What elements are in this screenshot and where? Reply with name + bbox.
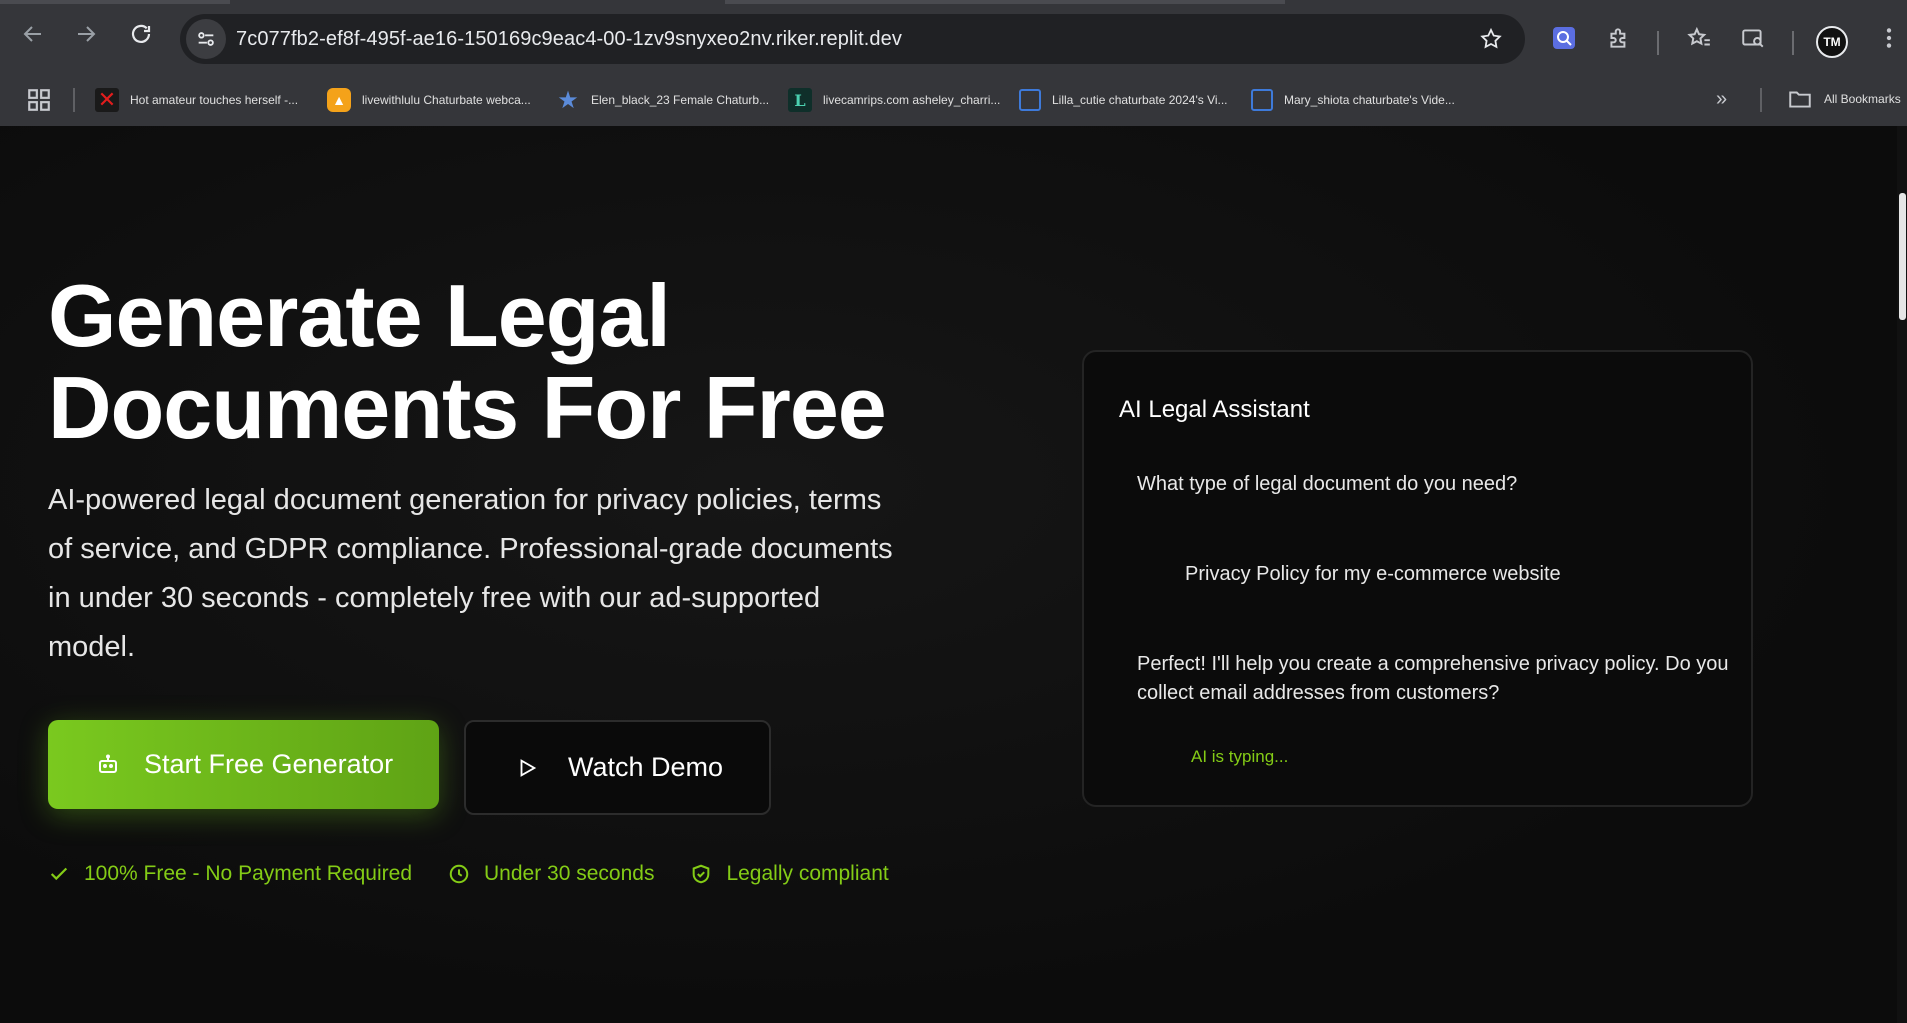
forward-button[interactable] <box>68 16 104 52</box>
star-icon: ★ <box>557 86 579 114</box>
toolbar-separator <box>1657 31 1659 55</box>
assistant-title: AI Legal Assistant <box>1119 396 1310 423</box>
favorites-button[interactable] <box>1681 20 1717 56</box>
feature-label: 100% Free - No Payment Required <box>84 862 412 885</box>
typing-indicator: AI is typing... <box>1191 747 1289 766</box>
back-button[interactable] <box>15 16 51 52</box>
tune-icon <box>198 32 214 46</box>
bookmark-item[interactable]: Mary_shiota chaturbate's Vide... <box>1251 86 1455 114</box>
hero-title: Generate Legal Documents For Free <box>48 266 887 457</box>
browser-chrome: 7c077fb2-ef8f-495f-ae16-150169c9eac4-00-… <box>0 0 1907 126</box>
toolbar-separator <box>1792 31 1794 55</box>
feature-label: Legally compliant <box>726 862 889 885</box>
bookmark-item[interactable]: ▲ livewithlulu Chaturbate webca... <box>327 86 531 114</box>
assistant-message: Perfect! I'll help you create a comprehe… <box>1137 653 1729 704</box>
bookmark-item[interactable]: L livecamrips.com asheley_charri... <box>788 86 1000 114</box>
url-text[interactable]: 7c077fb2-ef8f-495f-ae16-150169c9eac4-00-… <box>236 28 902 51</box>
feature-item: 100% Free - No Payment Required <box>48 862 412 886</box>
feature-item: Under 30 seconds <box>448 862 654 886</box>
address-bar[interactable]: 7c077fb2-ef8f-495f-ae16-150169c9eac4-00-… <box>180 14 1525 64</box>
bookmark-separator <box>73 88 75 112</box>
arrow-right-icon <box>78 26 96 42</box>
square-icon <box>1019 89 1041 111</box>
l-letter-icon: L <box>788 88 812 112</box>
tab-search-icon <box>1742 29 1764 48</box>
reload-icon <box>131 24 151 43</box>
feature-item: Legally compliant <box>690 862 889 886</box>
x-icon: ✕ <box>95 87 119 112</box>
hero-description: AI-powered legal document generation for… <box>48 484 893 663</box>
extension-search-button[interactable] <box>1546 20 1582 56</box>
clock-icon <box>449 864 469 884</box>
assistant-message: What type of legal document do you need? <box>1137 473 1518 495</box>
search-extension-icon <box>1553 27 1575 49</box>
bookmark-item[interactable]: Lilla_cutie chaturbate 2024's Vi... <box>1019 86 1228 114</box>
reload-button[interactable] <box>123 16 159 52</box>
robot-icon <box>99 754 117 773</box>
bookmark-star-icon[interactable] <box>1479 27 1503 51</box>
kebab-menu-icon <box>1886 28 1892 48</box>
bookmark-label: Mary_shiota chaturbate's Vide... <box>1284 93 1455 107</box>
bookmark-label: Elen_black_23 Female Chaturb... <box>591 93 770 107</box>
tab-search-button[interactable] <box>1735 20 1771 56</box>
scrollbar-thumb[interactable] <box>1899 193 1906 320</box>
star-list-icon <box>1687 26 1710 46</box>
double-chevron-right-icon[interactable]: » <box>1716 88 1727 111</box>
profile-avatar[interactable]: TM <box>1816 26 1848 58</box>
watch-demo-button[interactable]: Watch Demo <box>464 720 771 815</box>
play-icon <box>520 758 537 777</box>
triangle-icon: ▲ <box>327 88 351 112</box>
browser-toolbar: 7c077fb2-ef8f-495f-ae16-150169c9eac4-00-… <box>0 4 1907 74</box>
bookmark-item[interactable]: ✕ Hot amateur touches herself -... <box>95 86 298 114</box>
start-free-generator-label: Start Free Generator <box>144 749 394 779</box>
ai-assistant-card: AI Legal Assistant What type of legal do… <box>1082 350 1753 807</box>
bookmark-separator <box>1760 88 1762 112</box>
feature-list: 100% Free - No Payment Required Under 30… <box>48 862 925 886</box>
bookmarks-bar: ✕ Hot amateur touches herself -... ▲ liv… <box>0 74 1907 126</box>
bookmark-item[interactable]: ★ Elen_black_23 Female Chaturb... <box>556 86 769 114</box>
extensions-button[interactable] <box>1601 20 1637 56</box>
apps-grid-icon[interactable] <box>26 87 52 113</box>
square-icon <box>1251 89 1273 111</box>
bookmark-label: livewithlulu Chaturbate webca... <box>362 93 531 107</box>
all-bookmarks-button[interactable]: All Bookmarks <box>1787 86 1901 112</box>
bookmark-label: livecamrips.com asheley_charri... <box>823 93 1001 107</box>
arrow-left-icon <box>23 26 41 42</box>
bookmark-label: Lilla_cutie chaturbate 2024's Vi... <box>1052 93 1228 107</box>
puzzle-icon <box>1610 28 1626 48</box>
check-icon <box>50 867 68 881</box>
watch-demo-label: Watch Demo <box>568 752 724 782</box>
user-message: Privacy Policy for my e-commerce website <box>1185 563 1561 585</box>
browser-menu-button[interactable] <box>1871 20 1907 56</box>
site-info-button[interactable] <box>186 19 226 59</box>
shield-check-icon <box>693 864 710 884</box>
all-bookmarks-label: All Bookmarks <box>1824 92 1901 106</box>
feature-label: Under 30 seconds <box>484 862 655 885</box>
page-content: Generate Legal Documents For Free AI-pow… <box>0 126 1897 1023</box>
folder-icon <box>1789 91 1811 108</box>
start-free-generator-button[interactable]: Start Free Generator <box>48 720 439 809</box>
bookmark-label: Hot amateur touches herself -... <box>130 93 299 107</box>
